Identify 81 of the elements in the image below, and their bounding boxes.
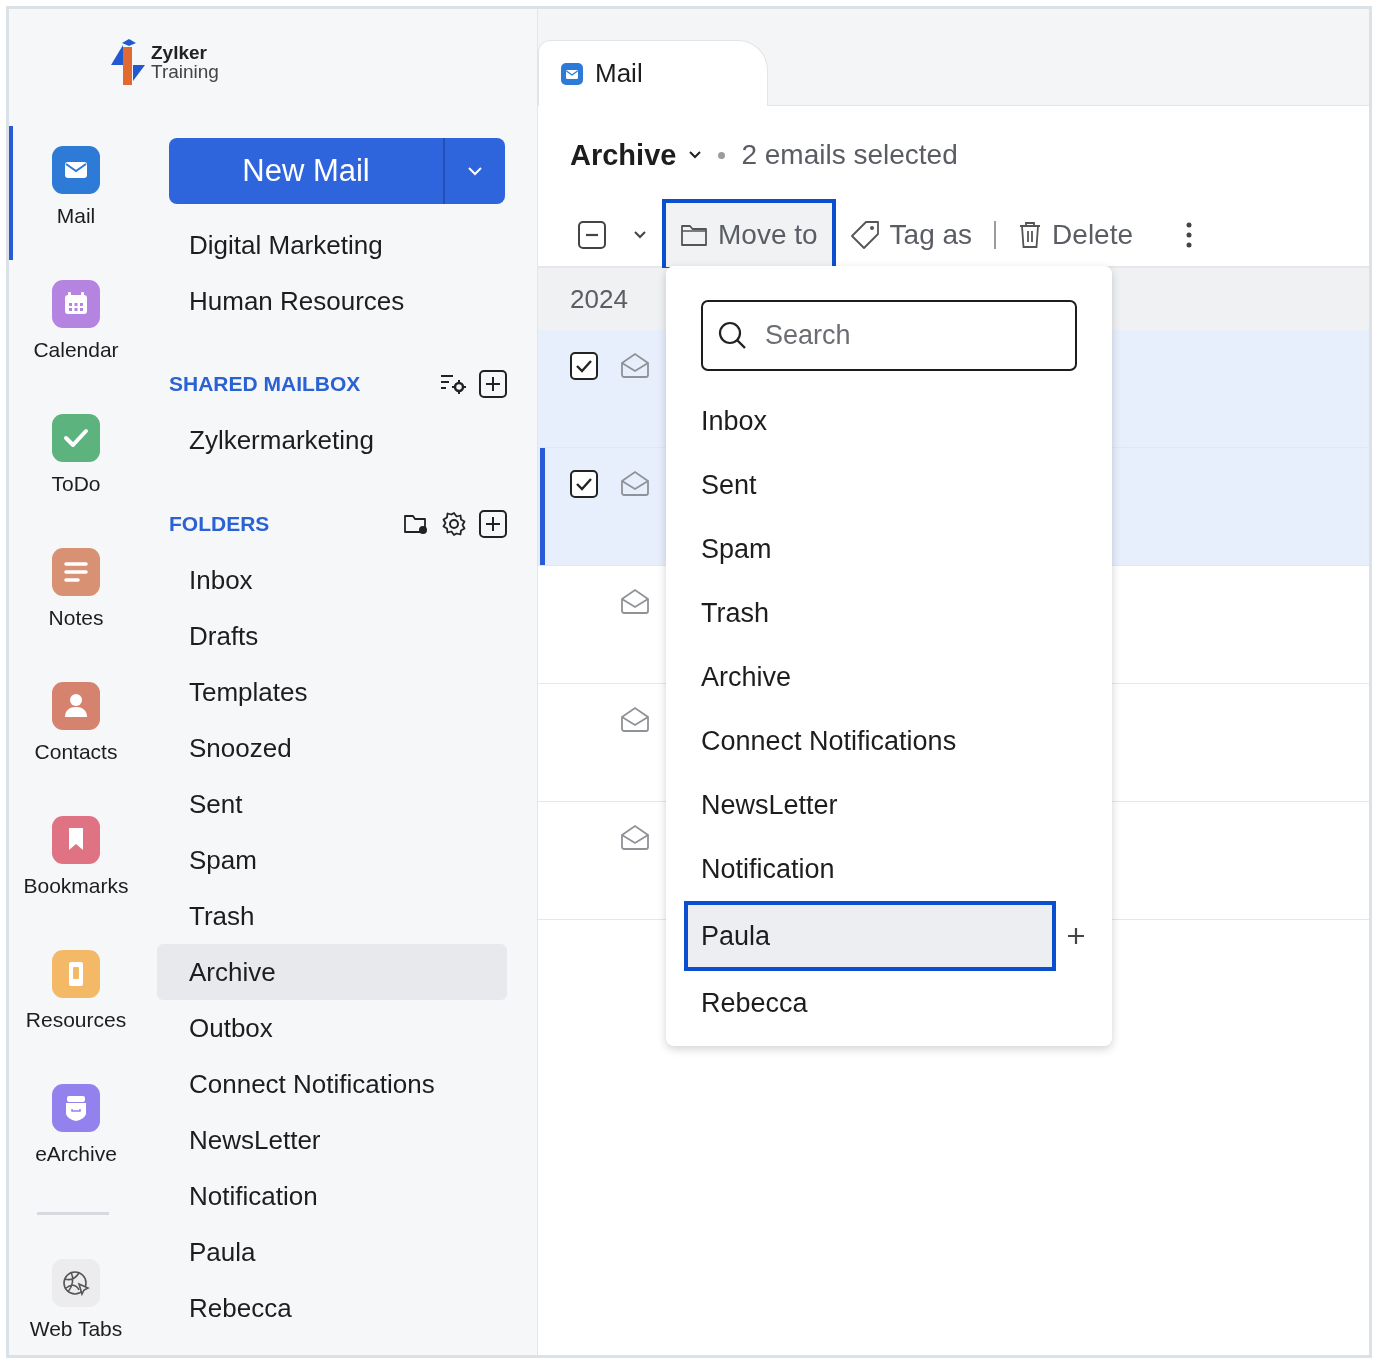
open-envelope-icon <box>620 352 650 378</box>
folder-icon <box>680 223 708 247</box>
menu-item[interactable]: Sent <box>684 453 1056 517</box>
globe-icon <box>52 1259 100 1307</box>
open-envelope-icon <box>620 824 650 850</box>
envelope-icon <box>561 62 583 85</box>
more-options-icon[interactable] <box>1185 221 1194 249</box>
checkbox[interactable] <box>570 352 598 380</box>
menu-item[interactable]: Inbox <box>684 389 1056 453</box>
tag-as-button[interactable]: Tag as <box>835 199 987 271</box>
add-icon[interactable] <box>479 510 507 538</box>
folder-item[interactable]: Spam <box>157 832 507 888</box>
select-all-checkbox[interactable] <box>578 221 606 249</box>
add-icon[interactable] <box>479 370 507 398</box>
app-button[interactable]: Notes <box>9 528 137 662</box>
plus-icon[interactable] <box>1066 926 1086 946</box>
brand-subtitle: Training <box>151 61 219 81</box>
caret-icon <box>467 166 483 176</box>
move-to-button[interactable]: Move to <box>662 199 836 271</box>
folder-item[interactable]: Human Resources <box>157 273 507 329</box>
folder-item[interactable]: NewsLetter <box>157 1112 507 1168</box>
tag-icon <box>849 220 880 250</box>
folder-item[interactable]: Sent <box>157 776 507 832</box>
menu-item[interactable]: Paula <box>684 901 1056 971</box>
folder-item[interactable]: Outbox <box>157 1000 507 1056</box>
new-mail-button[interactable]: New Mail <box>169 138 445 204</box>
folder-item[interactable]: Snoozed <box>157 720 507 776</box>
app-button[interactable]: eArchive <box>9 1064 137 1198</box>
folder-item[interactable]: Connect Notifications <box>157 1056 507 1112</box>
calendar-icon <box>52 280 100 328</box>
folder-item[interactable]: Notification <box>157 1168 507 1224</box>
notes-icon <box>52 548 100 596</box>
search-field[interactable]: Search <box>701 300 1077 371</box>
bookmark-icon <box>52 816 100 864</box>
folder-item[interactable]: Inbox <box>157 552 507 608</box>
folder-item[interactable]: Digital Marketing <box>157 217 507 273</box>
list-settings-icon[interactable] <box>439 372 467 396</box>
menu-item[interactable]: Rebecca <box>684 971 1056 1035</box>
selection-count: 2 emails selected <box>741 139 958 171</box>
person-icon <box>52 682 100 730</box>
section-heading: FOLDERS <box>169 512 270 536</box>
folder-item[interactable]: Drafts <box>157 608 507 664</box>
caret-icon[interactable] <box>688 150 703 160</box>
app-button[interactable]: Resources <box>9 930 137 1064</box>
folder-item[interactable]: Trash <box>157 888 507 944</box>
section-heading: SHARED MAILBOX <box>169 372 361 396</box>
folder-item[interactable]: Paula <box>157 1224 507 1280</box>
checkbox[interactable] <box>570 470 598 498</box>
app-button[interactable]: Calendar <box>9 260 137 394</box>
app-button[interactable]: Web Tabs <box>9 1215 137 1342</box>
menu-item[interactable]: Connect Notifications <box>684 709 1056 773</box>
folder-title: Archive <box>570 138 677 172</box>
folder-icon[interactable] <box>403 512 429 536</box>
checkmark-icon <box>52 414 100 462</box>
folder-item[interactable]: Rebecca <box>157 1280 507 1336</box>
open-envelope-icon <box>620 470 650 496</box>
search-icon <box>717 320 747 350</box>
door-icon <box>52 950 100 998</box>
mail-tab[interactable]: Mail <box>538 40 768 106</box>
menu-item[interactable]: Spam <box>684 517 1056 581</box>
open-envelope-icon <box>620 588 650 614</box>
archive-box-icon <box>52 1084 100 1132</box>
caret-icon[interactable] <box>632 230 648 240</box>
brand-name: Zylker <box>151 42 207 62</box>
app-button[interactable]: Mail <box>9 126 137 260</box>
separator-dot <box>718 151 726 159</box>
menu-item[interactable]: NewsLetter <box>684 773 1056 837</box>
logo-icon <box>109 36 147 87</box>
folder-item[interactable]: Zylkermarketing <box>157 412 507 468</box>
envelope-icon <box>52 146 100 194</box>
app-button[interactable]: Bookmarks <box>9 796 137 930</box>
open-envelope-icon <box>620 706 650 732</box>
menu-item[interactable]: Trash <box>684 581 1056 645</box>
app-button[interactable]: Contacts <box>9 662 137 796</box>
folder-item[interactable]: Templates <box>157 664 507 720</box>
menu-item[interactable]: Notification <box>684 837 1056 901</box>
settings-icon[interactable] <box>441 511 467 537</box>
folder-item[interactable]: Archive <box>157 944 507 1000</box>
trash-icon <box>1018 221 1043 249</box>
app-button[interactable]: ToDo <box>9 394 137 528</box>
menu-item[interactable]: Archive <box>684 645 1056 709</box>
